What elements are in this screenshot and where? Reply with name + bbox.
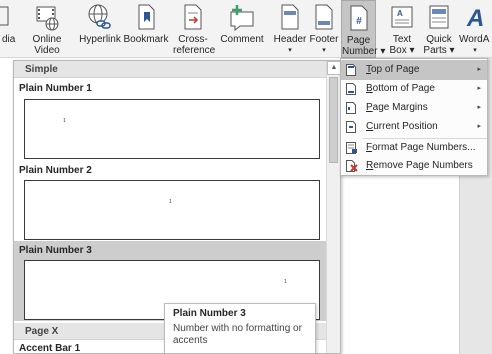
text-box-label: Text: [392, 34, 412, 45]
gallery-item-plain-number-1[interactable]: Plain Number 1 1: [14, 79, 327, 161]
page-number-label: Page: [346, 35, 371, 46]
bookmark-button[interactable]: Bookmark: [122, 0, 170, 58]
media-icon: [0, 3, 18, 32]
submenu-arrow-icon: ▸: [477, 123, 481, 130]
menu-item-top-of-page[interactable]: Top of Page ▸: [341, 60, 487, 80]
online-video-label-2: Video: [34, 45, 60, 56]
remove-page-numbers-icon: [346, 160, 358, 172]
menu-item-page-margins[interactable]: Page Margins ▸: [341, 98, 487, 118]
current-position-icon: [346, 121, 356, 133]
page-number-label-2: Number ▾: [342, 46, 386, 57]
gallery-item-thumbnail: 1: [24, 99, 320, 159]
ribbon-insert-tab: dia Online Video Hyperlink Bookmark Cros…: [0, 0, 492, 58]
menu-item-label: Page Margins: [366, 102, 428, 113]
header-button[interactable]: Header ▾: [272, 0, 308, 58]
quick-parts-label: Quick: [426, 34, 452, 45]
gallery-item-plain-number-2[interactable]: Plain Number 2 1: [14, 161, 327, 241]
online-video-label: Online: [32, 34, 62, 45]
media-button[interactable]: dia: [0, 0, 18, 58]
wordart-dropdown-arrow: ▾: [473, 47, 477, 54]
svg-text:#: #: [356, 16, 362, 27]
page-number-icon: #: [348, 4, 370, 35]
submenu-arrow-icon: ▸: [477, 66, 481, 73]
footer-button[interactable]: Footer ▾: [308, 0, 340, 58]
gallery-scrollbar[interactable]: ▲: [326, 61, 340, 353]
media-label: dia: [2, 34, 16, 45]
wordart-icon: A: [464, 3, 488, 34]
menu-item-bottom-of-page[interactable]: Bottom of Page ▸: [341, 79, 487, 99]
thumbnail-page-number: 1: [169, 199, 172, 205]
tooltip: Plain Number 3 Number with no formatting…: [164, 303, 316, 354]
quick-parts-label-2: Parts ▾: [423, 45, 455, 56]
cross-reference-label: Cross-: [178, 34, 208, 45]
text-box-button[interactable]: A Text Box ▾: [384, 0, 420, 58]
top-of-page-icon: [346, 64, 356, 76]
menu-item-label: Format Page Numbers...: [366, 142, 476, 153]
gallery-item-title: Plain Number 2: [19, 165, 92, 176]
text-box-icon: A: [390, 3, 414, 34]
comment-button[interactable]: Comment: [217, 0, 267, 58]
wordart-button[interactable]: A WordA ▾: [458, 0, 492, 58]
svg-text:A: A: [466, 5, 484, 31]
gallery-item-title: Plain Number 3: [19, 245, 92, 256]
text-box-label-2: Box ▾: [389, 45, 415, 56]
gallery-section-simple: Simple: [14, 61, 327, 78]
quick-parts-button[interactable]: Quick Parts ▾: [421, 0, 457, 58]
comment-icon: [228, 3, 256, 34]
tooltip-description: Number with no formatting or accents: [173, 323, 302, 346]
header-label: Header: [273, 34, 307, 45]
menu-item-remove-page-numbers[interactable]: Remove Page Numbers: [341, 156, 487, 176]
tooltip-title: Plain Number 3: [173, 308, 246, 319]
footer-dropdown-arrow: ▾: [322, 47, 326, 54]
gallery-item-thumbnail: 1: [24, 180, 320, 240]
format-page-numbers-icon: [346, 142, 357, 154]
thumbnail-page-number: 1: [63, 118, 66, 124]
thumbnail-page-number: 1: [284, 279, 287, 285]
menu-item-format-page-numbers[interactable]: Format Page Numbers...: [341, 138, 487, 158]
footer-label: Footer: [309, 34, 339, 45]
submenu-arrow-icon: ▸: [477, 85, 481, 92]
menu-item-label: Top of Page: [366, 64, 420, 75]
cross-reference-icon: [181, 3, 205, 34]
hyperlink-icon: [86, 3, 114, 34]
menu-item-label: Current Position: [366, 121, 438, 132]
cross-reference-button[interactable]: Cross- reference: [173, 0, 216, 58]
menu-item-label: Remove Page Numbers: [366, 160, 473, 171]
comment-label: Comment: [220, 34, 264, 45]
page-number-menu: Top of Page ▸ Bottom of Page ▸ Page Marg…: [340, 58, 488, 176]
bookmark-icon: [135, 3, 157, 34]
submenu-arrow-icon: ▸: [477, 104, 481, 111]
online-video-icon: [34, 3, 60, 34]
header-icon: [279, 3, 301, 34]
scroll-up-arrow-icon[interactable]: ▲: [327, 61, 340, 75]
hyperlink-label: Hyperlink: [79, 34, 121, 45]
quick-parts-icon: [427, 3, 451, 34]
hyperlink-button[interactable]: Hyperlink: [78, 0, 122, 58]
bottom-of-page-icon: [346, 83, 356, 95]
online-video-button[interactable]: Online Video: [26, 0, 68, 58]
scrollbar-thumb[interactable]: [329, 77, 338, 163]
menu-item-current-position[interactable]: Current Position ▸: [341, 117, 487, 137]
header-dropdown-arrow: ▾: [288, 47, 292, 54]
wordart-label: WordA: [459, 34, 490, 45]
gallery-item-title: Plain Number 1: [19, 83, 92, 94]
menu-item-label: Bottom of Page: [366, 83, 435, 94]
page-margins-icon: [346, 102, 356, 114]
bookmark-label: Bookmark: [123, 34, 169, 45]
cross-reference-label-2: reference: [173, 45, 216, 56]
page-number-button[interactable]: # Page Number ▾: [341, 0, 386, 58]
svg-text:A: A: [397, 9, 403, 18]
footer-icon: [313, 3, 335, 34]
